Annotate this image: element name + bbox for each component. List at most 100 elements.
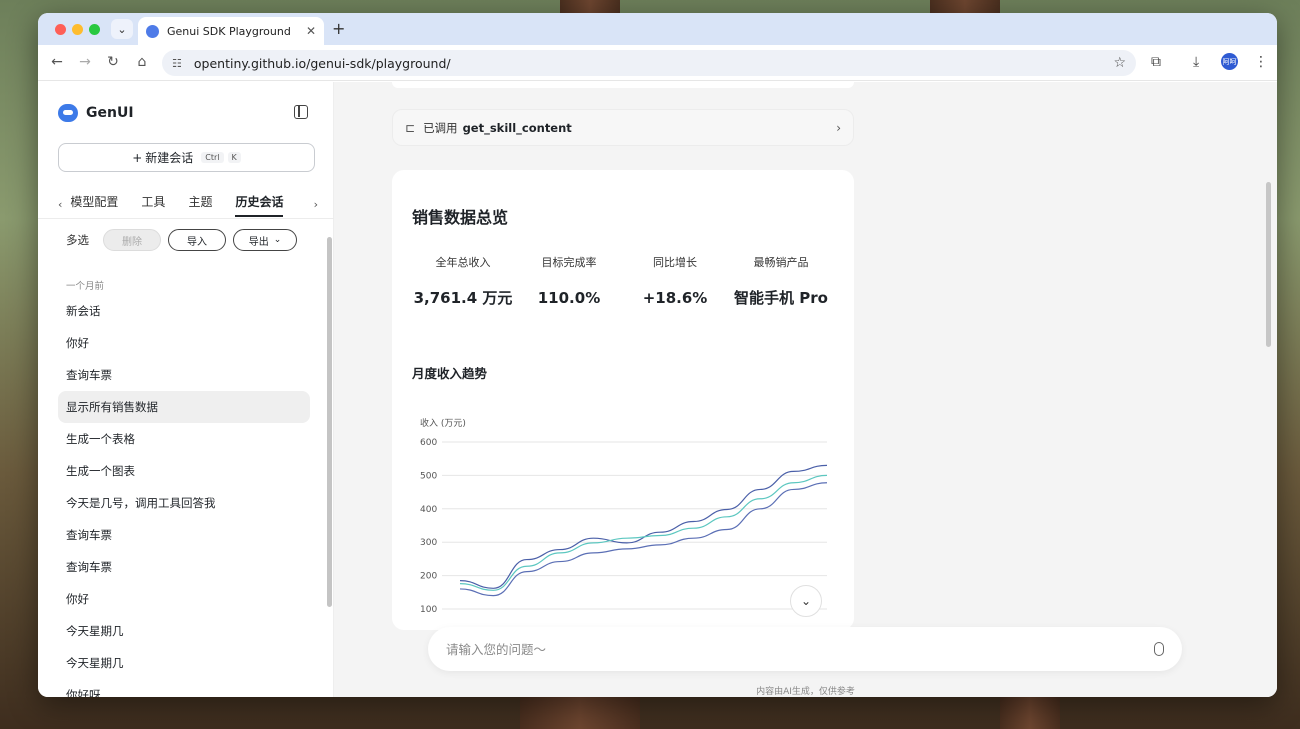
sidebar-collapse-icon[interactable] bbox=[294, 105, 308, 119]
history-item[interactable]: 生成一个表格 bbox=[58, 423, 310, 455]
history-item[interactable]: 查询车票 bbox=[58, 519, 310, 551]
url-text[interactable]: opentiny.github.io/genui-sdk/playground/ bbox=[194, 56, 451, 71]
kpi-label: 目标完成率 bbox=[541, 256, 597, 269]
chevron-down-icon: ⌄ bbox=[117, 22, 127, 36]
main-panel: ⊏ 已调用 get_skill_content › 销售数据总览 全年总收入 3… bbox=[334, 82, 1277, 697]
tab-theme[interactable]: 主题 bbox=[188, 193, 212, 216]
close-tab-icon[interactable]: ✕ bbox=[306, 24, 316, 38]
series-line-2 bbox=[459, 474, 828, 591]
shortcut-key: K bbox=[227, 152, 241, 163]
history-item[interactable]: 今天星期几 bbox=[58, 615, 310, 647]
kpi-label: 同比增长 bbox=[653, 256, 697, 269]
tab-tools[interactable]: 工具 bbox=[141, 193, 165, 216]
history-item[interactable]: 今天星期几 bbox=[58, 647, 310, 679]
browser-toolbar: ← → ↻ ⌂ ☷ opentiny.github.io/genui-sdk/p… bbox=[38, 45, 1277, 81]
kpi-value: 3,761.4 万元 bbox=[413, 289, 513, 307]
history-group-label: 一个月前 bbox=[66, 281, 105, 292]
scroll-to-bottom-button[interactable]: ⌄ bbox=[790, 585, 822, 617]
history-item[interactable]: 你好呀 bbox=[58, 679, 310, 697]
y-tick-label: 500 bbox=[420, 471, 437, 481]
back-icon[interactable]: ← bbox=[48, 54, 66, 70]
chevron-down-icon: ⌄ bbox=[800, 594, 812, 608]
tab-model-config[interactable]: 模型配置 bbox=[70, 193, 118, 216]
download-icon[interactable]: ⤓ bbox=[1193, 54, 1199, 70]
forward-icon[interactable]: → bbox=[76, 54, 94, 70]
extensions-icon[interactable]: ⧉ bbox=[1151, 54, 1161, 70]
y-tick-label: 200 bbox=[420, 572, 437, 582]
plug-icon: ⊏ bbox=[405, 120, 416, 135]
menu-kebab-icon[interactable]: ⋮ bbox=[1254, 54, 1268, 70]
export-dropdown[interactable]: 导出 ⌄ bbox=[233, 229, 297, 251]
new-chat-label: 新建会话 bbox=[145, 151, 194, 165]
y-tick-label: 400 bbox=[420, 505, 437, 515]
chevron-right-icon: › bbox=[836, 120, 841, 135]
history-list: 新会话 你好 查询车票 显示所有销售数据 生成一个表格 生成一个图表 今天是几号，调用工具回… bbox=[58, 295, 310, 697]
section-title: 月度收入趋势 bbox=[412, 366, 488, 381]
kpi-best-product: 最畅销产品 智能手机 Pro bbox=[728, 254, 834, 314]
tab-history[interactable]: 历史会话 bbox=[235, 193, 284, 217]
import-button[interactable]: 导入 bbox=[168, 229, 226, 251]
sales-overview-card: 销售数据总览 全年总收入 3,761.4 万元 目标完成率 110.0% 同比增… bbox=[392, 170, 854, 630]
sidebar-scrollbar[interactable] bbox=[327, 237, 332, 607]
y-axis-label: 收入 (万元) bbox=[420, 417, 466, 429]
delete-button[interactable]: 删除 bbox=[103, 229, 161, 251]
shortcut-ctrl: Ctrl bbox=[201, 152, 224, 163]
reload-icon[interactable]: ↻ bbox=[104, 54, 122, 70]
tool-call-name: get_skill_content bbox=[462, 120, 572, 135]
multi-select-toggle[interactable]: 多选 bbox=[66, 232, 89, 248]
brand: GenUI bbox=[58, 104, 134, 122]
bookmark-star-icon[interactable]: ☆ bbox=[1113, 55, 1126, 71]
tab-search-button[interactable]: ⌄ bbox=[111, 19, 133, 39]
address-bar[interactable]: ☷ opentiny.github.io/genui-sdk/playgroun… bbox=[162, 50, 1136, 76]
y-tick-label: 600 bbox=[420, 438, 437, 448]
history-actions: 多选 删除 导入 导出 ⌄ bbox=[66, 229, 304, 251]
browser-window: ⌄ Genui SDK Playground ✕ + ← → ↻ ⌂ ☷ ope… bbox=[38, 13, 1277, 697]
site-settings-icon[interactable]: ☷ bbox=[172, 57, 182, 70]
minimize-window-button[interactable] bbox=[72, 24, 83, 35]
y-tick-label: 100 bbox=[420, 605, 437, 615]
kpi-target-completion: 目标完成率 110.0% bbox=[516, 254, 622, 314]
chevron-down-icon: ⌄ bbox=[273, 235, 282, 245]
history-item[interactable]: 今天是几号，调用工具回答我 bbox=[58, 487, 310, 519]
brand-name: GenUI bbox=[86, 105, 134, 121]
new-tab-button[interactable]: + bbox=[332, 19, 345, 38]
history-item[interactable]: 查询车票 bbox=[58, 551, 310, 583]
y-tick-label: 300 bbox=[420, 538, 437, 548]
series-line-1 bbox=[459, 464, 828, 589]
profile-avatar[interactable]: 阿呵 bbox=[1221, 53, 1238, 70]
kpi-total-revenue: 全年总收入 3,761.4 万元 bbox=[410, 254, 516, 314]
tool-call-summary[interactable]: ⊏ 已调用 get_skill_content › bbox=[392, 109, 854, 146]
tool-call-prefix: 已调用 bbox=[423, 120, 458, 135]
chat-input[interactable] bbox=[446, 641, 1154, 657]
monthly-revenue-chart: 收入 (万元) 600 500 400 300 200 100 bbox=[420, 417, 828, 615]
kpi-value: 智能手机 Pro bbox=[734, 289, 828, 307]
history-item[interactable]: 查询车票 bbox=[58, 359, 310, 391]
genui-favicon-icon bbox=[146, 24, 159, 38]
ai-disclaimer: 内容由AI生成，仅供参考 bbox=[756, 687, 855, 697]
history-item[interactable]: 生成一个图表 bbox=[58, 455, 310, 487]
browser-tab[interactable]: Genui SDK Playground ✕ bbox=[138, 17, 324, 45]
history-item[interactable]: 显示所有销售数据 bbox=[58, 391, 310, 423]
chevron-left-icon[interactable]: ‹ bbox=[58, 198, 62, 211]
export-label: 导出 bbox=[248, 236, 269, 248]
history-item[interactable]: 你好 bbox=[58, 583, 310, 615]
kpi-value: 110.0% bbox=[537, 289, 601, 307]
kpi-yoy-growth: 同比增长 +18.6% bbox=[622, 254, 728, 314]
home-icon[interactable]: ⌂ bbox=[133, 54, 151, 70]
tab-title: Genui SDK Playground bbox=[167, 24, 291, 38]
sidebar-tabs: ‹ 模型配置 工具 主题 历史会话 › bbox=[58, 189, 318, 219]
history-item[interactable]: 你好 bbox=[58, 327, 310, 359]
plus-icon: + bbox=[132, 150, 143, 165]
close-window-button[interactable] bbox=[55, 24, 66, 35]
history-item[interactable]: 新会话 bbox=[58, 295, 310, 327]
kpi-label: 全年总收入 bbox=[435, 256, 491, 269]
sidebar: GenUI + 新建会话 Ctrl K ‹ 模型配置 工具 主题 历史会话 › … bbox=[38, 82, 334, 697]
maximize-window-button[interactable] bbox=[89, 24, 100, 35]
card-title: 销售数据总览 bbox=[412, 208, 509, 227]
kpi-label: 最畅销产品 bbox=[753, 256, 809, 269]
chevron-right-icon[interactable]: › bbox=[314, 198, 318, 211]
tab-strip: ⌄ Genui SDK Playground ✕ + bbox=[38, 13, 1277, 45]
microphone-icon[interactable] bbox=[1154, 642, 1164, 656]
main-scrollbar[interactable] bbox=[1266, 182, 1271, 347]
new-chat-button[interactable]: + 新建会话 Ctrl K bbox=[58, 143, 315, 172]
